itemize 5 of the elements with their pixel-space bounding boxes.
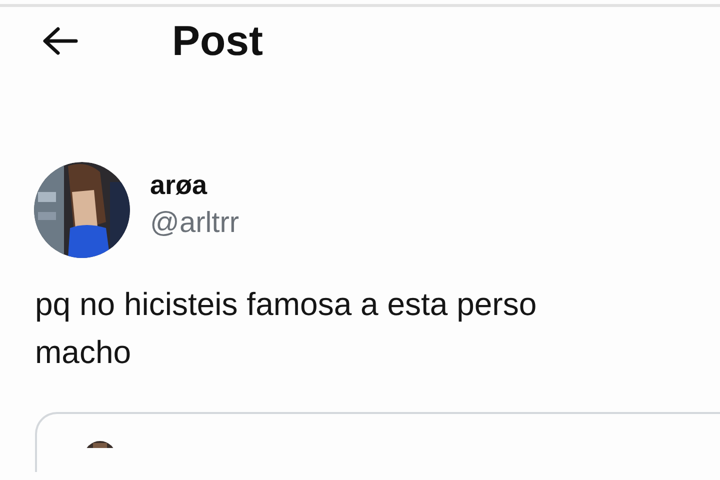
author-name[interactable]: arøa <box>150 170 240 201</box>
page-title: Post <box>172 17 264 65</box>
back-arrow-icon[interactable] <box>40 26 80 56</box>
post-text: pq no hicisteis famosa a esta perso macho <box>35 285 538 372</box>
author-handle[interactable]: @arltrr <box>150 207 240 240</box>
